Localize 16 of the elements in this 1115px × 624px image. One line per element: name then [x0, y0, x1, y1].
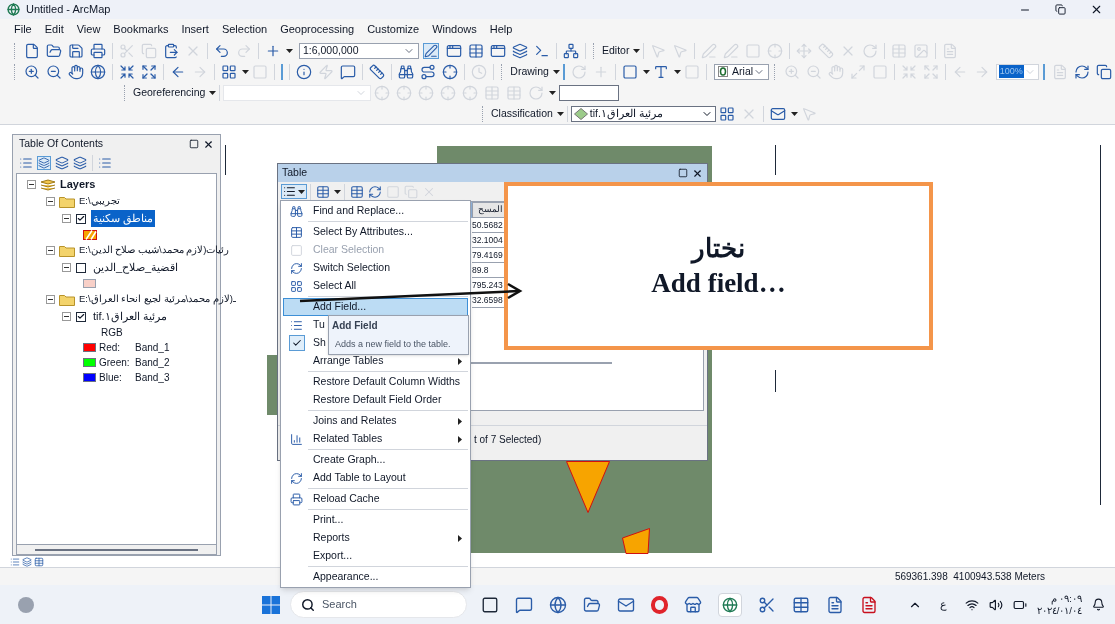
- selection-count-text: t of 7 Selected): [474, 433, 542, 447]
- band-channel-label: Green:: [99, 356, 131, 370]
- band-name-label: Band_2: [135, 356, 170, 370]
- tooltip-title: Add Field: [332, 319, 379, 333]
- window-title: Untitled - ArcMap: [26, 2, 111, 18]
- band-channel-label: Blue:: [99, 371, 123, 385]
- window-title: Table: [282, 165, 308, 181]
- panel-title: Table Of Contents: [19, 136, 104, 152]
- callout-arabic-text: نختار: [692, 233, 745, 266]
- band-channel-label: Red:: [99, 341, 122, 355]
- band-name-label: Band_3: [135, 371, 170, 385]
- band-name-label: Band_1: [135, 341, 170, 355]
- tooltip-text: Adds a new field to the table.: [334, 338, 452, 351]
- legend-heading: RGB: [101, 326, 123, 340]
- callout-english-text: Add field…: [651, 267, 786, 300]
- coordinates-readout: 569361.398 4100943.538 Meters: [894, 570, 1045, 584]
